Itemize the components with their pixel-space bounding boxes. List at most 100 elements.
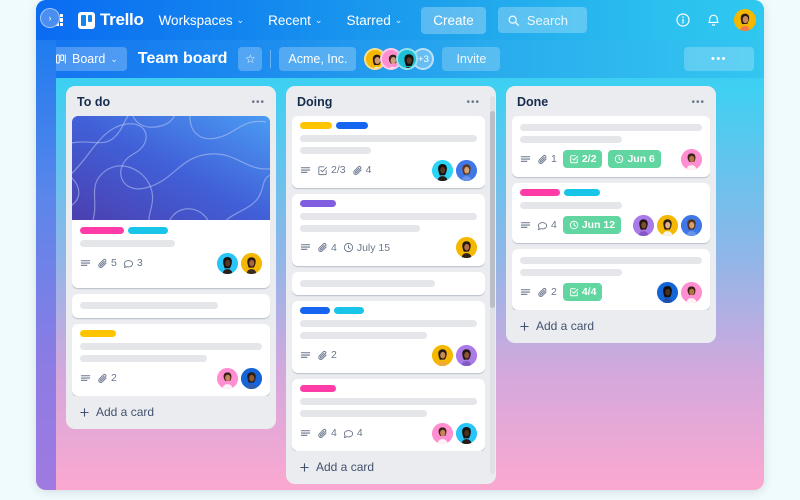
checklist-icon [570,288,579,297]
description-icon [300,350,311,361]
description-icon [80,258,91,269]
list-header: To do ••• [72,93,270,116]
add-card-button-doing[interactable]: Add a card [292,451,485,478]
card[interactable] [292,271,485,296]
member-avatar[interactable] [432,422,453,444]
member-avatar[interactable] [217,252,238,274]
checklist-complete-badge: 2/2 [562,150,603,168]
comment-count-value: 4 [551,219,557,231]
attachment-count: 5 [97,257,117,269]
notification-bell-icon[interactable] [701,8,725,32]
card-title-placeholder [300,147,371,154]
workspace-button[interactable]: Acme, Inc. [279,47,357,71]
card-members [432,422,477,444]
member-avatar[interactable] [456,422,477,444]
member-avatar[interactable] [456,159,477,181]
card[interactable]: 1 2/2 Jun 6 [512,116,710,177]
member-avatar[interactable] [456,237,477,259]
card-label [80,227,124,234]
description-icon [300,428,311,439]
member-avatar[interactable] [681,281,702,303]
add-card-button-done[interactable]: Add a card [512,310,710,337]
attachment-icon [538,287,547,297]
board-menu-button[interactable]: ••• [684,47,754,71]
list-menu-icon[interactable]: ••• [466,97,480,108]
card[interactable]: 2 4/4 [512,249,710,310]
member-avatar[interactable] [432,159,453,181]
card-meta: 1 2/2 Jun 6 [520,148,702,170]
member-avatar[interactable] [681,148,702,170]
search-input[interactable]: Search [497,7,588,33]
sidebar-expand-button[interactable]: › [40,8,60,28]
due-date-badge: Jun 6 [608,150,661,168]
card-members [217,367,262,389]
header-divider [270,50,272,68]
card-labels [300,199,477,207]
card-members [432,344,477,366]
create-button[interactable]: Create [421,6,486,34]
attachment-count: 4 [317,427,337,439]
attachment-count: 1 [537,153,557,165]
card-title-placeholder [300,279,435,287]
attachment-count-value: 1 [551,153,557,165]
scrollbar-thumb[interactable] [490,111,495,308]
checklist-icon [318,165,328,175]
card-title-placeholder [300,212,477,220]
member-avatar[interactable] [633,214,654,236]
info-circle-icon[interactable] [671,8,695,32]
clock-icon [569,220,579,230]
member-avatar[interactable] [241,367,262,389]
avatar-face-icon [681,281,702,303]
board-members: +3 [364,48,435,70]
card[interactable]: 2 [292,301,485,374]
card-labels [80,330,262,337]
user-avatar[interactable] [734,9,757,31]
card-title-placeholder [520,202,622,209]
card-title-placeholder [300,398,477,406]
add-card-button-to-do[interactable]: Add a card [72,396,270,423]
board-view-switcher[interactable]: Board ⌄ [46,47,127,71]
description-icon [80,373,91,384]
list-scrollbar[interactable] [490,96,495,474]
card[interactable]: 4 July 15 [292,193,485,266]
member-avatar[interactable] [217,367,238,389]
card[interactable]: 5 3 [72,116,270,288]
attachment-count-value: 5 [111,257,117,269]
list-cards: 5 3 2 [72,116,270,396]
avatar-face-icon [217,252,238,274]
card-body: 5 3 [72,220,270,281]
card[interactable]: 4 Jun 12 [512,183,710,243]
card-title-placeholder [300,410,428,418]
due-date: July 15 [343,242,390,254]
member-avatar[interactable] [657,214,678,236]
trello-app-window: Trello Workspaces ⌄ Recent ⌄ Starred ⌄ C… [36,0,764,490]
member-avatar[interactable] [456,344,477,366]
card-title-placeholder [520,124,702,131]
card[interactable]: 2 [72,324,270,396]
due-date-badge: Jun 12 [562,216,622,234]
member-avatar[interactable] [681,214,702,236]
attachment-count: 2 [97,372,117,384]
avatar-face-icon [681,148,702,170]
invite-button[interactable]: Invite [442,47,501,71]
card-labels [520,189,702,196]
member-avatar[interactable] [241,252,262,274]
list-menu-icon[interactable]: ••• [691,97,705,108]
card[interactable]: 4 4 [292,379,485,451]
star-board-icon[interactable]: ☆ [238,47,263,71]
card-label [300,199,336,207]
nav-item-workspaces[interactable]: Workspaces ⌄ [150,7,254,34]
card-title-placeholder [80,343,262,350]
list-menu-icon[interactable]: ••• [251,97,265,108]
card[interactable]: 2/3 4 [292,116,485,188]
search-placeholder: Search [526,12,569,28]
list-title: Doing [297,95,333,109]
nav-item-starred[interactable]: Starred ⌄ [337,7,411,34]
member-avatar[interactable] [657,281,678,303]
trello-logo[interactable]: Trello [78,10,144,30]
nav-item-recent[interactable]: Recent ⌄ [259,7,331,34]
card[interactable] [72,294,270,318]
member-avatar[interactable] [432,344,453,366]
avatar-face-icon [217,367,238,389]
attachment-count: 2 [317,349,337,361]
